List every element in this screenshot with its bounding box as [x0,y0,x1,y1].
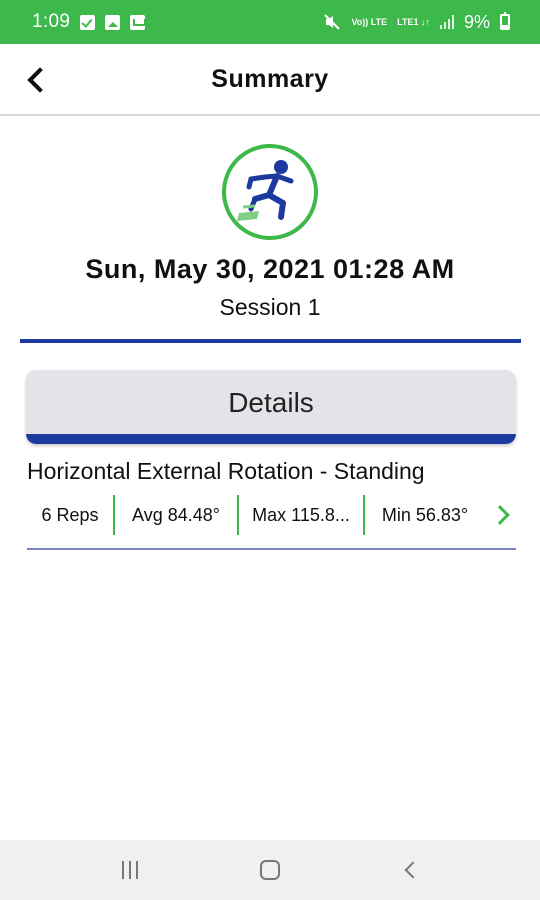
reps-stat: 6 Reps [41,505,99,525]
exercise-name: Horizontal External Rotation - Standing [27,458,425,484]
mute-icon [324,14,341,30]
status-right: Vo)) LTE LTE1 ↓↑ 9% [323,12,510,33]
recents-icon [122,861,138,879]
max-stat: Max 115.8... [252,505,350,525]
system-back-button[interactable] [380,850,440,890]
details-underline [26,434,516,444]
recents-button[interactable] [100,850,160,890]
min-stat: Min 56.83° [381,505,469,525]
exercise-stats-row[interactable]: 6 Reps Avg 84.48° Max 115.8... Min 56.83… [27,494,517,536]
checkbox-icon [80,14,96,30]
image-icon [105,14,121,30]
chevron-right-icon[interactable] [490,505,510,525]
status-time: 1:09 [32,11,71,32]
app-bar: Summary [0,44,540,116]
back-icon [404,861,422,879]
back-chevron-icon [27,67,53,93]
lte-icon: LTE1 ↓↑ [397,16,430,27]
home-icon [260,860,280,880]
page-title: Summary [211,64,329,93]
signal-icon [439,15,454,29]
back-button[interactable] [18,62,54,98]
volte-icon: Vo)) LTE [351,16,388,27]
avg-stat: Avg 84.48° [132,505,220,525]
status-left: 1:09 [32,11,147,33]
details-button[interactable]: Details [26,370,516,444]
status-bar: 1:09 Vo)) LTE LTE1 ↓↑ 9% [0,0,540,44]
home-button[interactable] [240,850,300,890]
details-label: Details [228,387,314,418]
session-name: Session 1 [219,294,321,320]
system-nav-bar [0,840,540,900]
battery-percent: 9% [463,11,490,32]
mail-icon [130,14,147,30]
runner-logo-icon [222,144,318,240]
divider [20,339,521,343]
battery-icon [500,12,510,30]
row-divider [27,548,516,550]
session-date: Sun, May 30, 2021 01:28 AM [85,254,455,284]
